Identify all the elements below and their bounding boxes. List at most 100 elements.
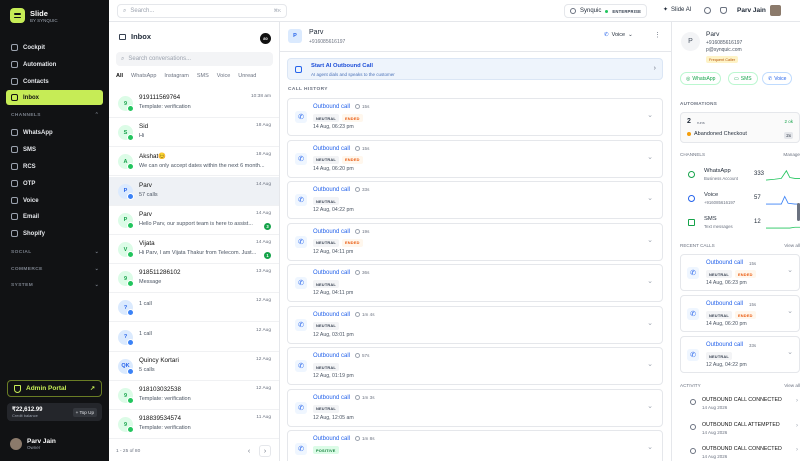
sidebar-item-rcs[interactable]: RCS — [6, 159, 103, 174]
conversation-item[interactable]: QK Quincy Kortari 5 calls 12 Aug — [109, 352, 279, 381]
activity-icon — [690, 448, 696, 454]
tab-unread[interactable]: Unread — [238, 73, 256, 79]
admin-portal-button[interactable]: Admin Portal ↗ — [7, 380, 102, 397]
profile-email: p@synquic.com — [706, 47, 742, 53]
sidebar-section-commerce[interactable]: COMMERCE ⌄ — [11, 267, 99, 272]
channel-select[interactable]: ✆ Voice ⌄ — [604, 32, 633, 38]
automations-card[interactable]: 2 runs 2 ok Abandoned Checkout 2x — [680, 112, 800, 143]
voice-chip[interactable]: ✆ Voice — [762, 72, 793, 85]
chevron-down-icon[interactable]: ⌄ — [647, 153, 653, 161]
section-label: SYSTEM — [11, 283, 34, 288]
call-card[interactable]: ✆ Outbound call 36s NEUTRAL 12 Aug, 04:11 pm… — [287, 264, 663, 302]
recent-call-card[interactable]: ✆ Outbound call 15s NEUTRAL ENDED 14 Aug, 06:… — [680, 295, 800, 332]
call-card[interactable]: ✆ Outbound call 57s NEUTRAL 12 Aug, 01:19 pm… — [287, 347, 663, 385]
headset-icon[interactable] — [704, 7, 711, 14]
conversation-item[interactable]: P Parv 57 calls 14 Aug — [109, 176, 279, 206]
conversation-preview: Hi — [139, 133, 145, 140]
call-duration: 57s — [355, 353, 369, 358]
conversation-time: 11 Aug — [256, 415, 271, 421]
sidebar-item-automation[interactable]: Automation — [6, 57, 103, 72]
conversation-preview: 1 call — [139, 301, 152, 308]
activity-item[interactable]: OUTBOUND CALL ATTEMPTED 14 Aug 2026 › — [680, 419, 800, 441]
sidebar-user[interactable]: Parv Jain Owner — [10, 438, 56, 450]
status-dot-icon — [687, 132, 691, 136]
conversation-item[interactable]: S Sid Hi 18 Aug — [109, 118, 279, 148]
rcs-icon — [11, 163, 18, 170]
chevron-down-icon[interactable]: ⌄ — [647, 194, 653, 202]
call-card[interactable]: ✆ Outbound call 19s NEUTRAL ENDED 12 Aug, 04:… — [287, 222, 663, 261]
activity-view-all[interactable]: View all — [784, 383, 800, 388]
next-page-button[interactable]: › — [259, 445, 271, 457]
chevron-down-icon[interactable]: ⌄ — [647, 402, 653, 410]
conversation-item[interactable]: ? 1 call 12 Aug — [109, 293, 279, 323]
chevron-down-icon[interactable]: ⌄ — [647, 360, 653, 368]
sidebar-item-whatsapp[interactable]: WhatsApp — [6, 125, 103, 140]
more-options-icon[interactable]: ⋮ — [654, 31, 661, 39]
tab-sms[interactable]: SMS — [197, 73, 209, 79]
conversation-search-input[interactable]: ⌕ Search conversations... — [116, 52, 273, 66]
workspace-switcher[interactable]: Synquic ENTERPRISE — [564, 4, 648, 18]
conversation-item[interactable]: V Vijata Hi Parv, I am Vijata Thakur from … — [109, 235, 279, 264]
chevron-down-icon[interactable]: ⌄ — [647, 277, 653, 285]
call-card[interactable]: ✆ Outbound call 1m 3s NEUTRAL 12 Aug, 12:05 … — [287, 388, 663, 427]
conversation-item[interactable]: A Akshat😊 We can only accept dates within … — [109, 147, 279, 177]
tab-instagram[interactable]: Instagram — [164, 73, 188, 79]
top-up-button[interactable]: + Top Up — [72, 407, 97, 417]
sidebar-item-email[interactable]: Email — [6, 209, 103, 224]
chevron-down-icon[interactable]: ⌄ — [647, 236, 653, 244]
chevron-down-icon[interactable]: ⌄ — [787, 266, 793, 274]
channel-row-sms[interactable]: SMS Text messages 12 — [680, 213, 800, 235]
manage-link[interactable]: Manage — [783, 152, 800, 157]
chevron-down-icon[interactable]: ⌄ — [787, 348, 793, 356]
sidebar-section-social[interactable]: SOCIAL ⌄ — [11, 250, 99, 255]
status-badge: ENDED — [342, 155, 363, 164]
channel-row-whatsapp[interactable]: WhatsApp Business Account 333 — [680, 165, 800, 187]
channel-row-voice[interactable]: Voice +916085616197 57 — [680, 189, 800, 211]
chevron-down-icon[interactable]: ⌄ — [647, 443, 653, 451]
topbar-user[interactable]: Parv Jain — [737, 5, 781, 16]
sidebar-item-shopify[interactable]: Shopify — [6, 226, 103, 241]
conversation-item[interactable]: 9 918839534574 Template: verification 11 Au… — [109, 410, 279, 440]
sms-chip[interactable]: ▭ SMS — [728, 72, 758, 85]
conversation-item[interactable]: 9 919111569764 Template: verification 10:38… — [109, 89, 279, 118]
global-search[interactable]: ⌕ Search... ⌘K — [117, 4, 287, 18]
chevron-down-icon[interactable]: ⌄ — [647, 319, 653, 327]
recent-call-card[interactable]: ✆ Outbound call 33s NEUTRAL 12 Aug, 04:22 pm… — [680, 336, 800, 373]
sidebar-item-otp[interactable]: OTP — [6, 176, 103, 191]
sidebar-item-voice[interactable]: Voice — [6, 193, 103, 208]
conversation-item[interactable]: P Parv Hello Parv, our support team is her… — [109, 206, 279, 235]
call-card[interactable]: ✆ Outbound call 1m 4s NEUTRAL 12 Aug, 03:01 … — [287, 305, 663, 344]
tab-voice[interactable]: Voice — [217, 73, 230, 79]
recent-calls-view-all[interactable]: View all — [784, 243, 800, 248]
bell-icon[interactable] — [720, 7, 727, 14]
call-card[interactable]: ✆ Outbound call 15s NEUTRAL ENDED 14 Aug, 06:… — [287, 139, 663, 178]
sidebar-item-label: Inbox — [23, 94, 39, 101]
tab-whatsapp[interactable]: WhatsApp — [131, 73, 156, 79]
call-card[interactable]: ✆ Outbound call 15s NEUTRAL ENDED 14 Aug, 06:… — [287, 98, 663, 136]
conversation-item[interactable]: 9 918511286102 Message 13 Aug — [109, 264, 279, 294]
profile-badge: Frequent Caller — [706, 56, 739, 63]
conversation-item[interactable]: 9 918103032538 Template: verification 12 Au… — [109, 381, 279, 410]
prev-page-button[interactable]: ‹ — [243, 445, 255, 457]
chevron-down-icon[interactable]: ⌄ — [647, 111, 653, 119]
brand[interactable]: Slide BY SYNQUIC — [10, 8, 58, 23]
start-ai-call-button[interactable]: Start AI Outbound Call AI agent dials an… — [287, 58, 663, 80]
sidebar-section-system[interactable]: SYSTEM ⌄ — [11, 283, 99, 288]
chevron-down-icon[interactable]: ⌄ — [787, 307, 793, 315]
sidebar-item-inbox[interactable]: Inbox — [6, 90, 103, 105]
conversation-item[interactable]: ? 1 call 12 Aug — [109, 323, 279, 352]
recent-call-card[interactable]: ✆ Outbound call 15s NEUTRAL ENDED 14 Aug, 06:… — [680, 254, 800, 291]
sidebar-item-contacts[interactable]: Contacts — [6, 74, 103, 89]
activity-item[interactable]: OUTBOUND CALL CONNECTED 14 Aug 2026 › — [680, 394, 800, 416]
sidebar-item-cockpit[interactable]: Cockpit — [6, 40, 103, 55]
contact-name: Parv — [309, 29, 324, 36]
sidebar-item-sms[interactable]: SMS — [6, 142, 103, 157]
call-card[interactable]: ✆ Outbound call 1m 8s POSITIVE ⌄ — [287, 430, 663, 461]
search-icon: ⌕ — [123, 7, 127, 14]
tab-all[interactable]: All — [116, 73, 123, 79]
activity-item[interactable]: OUTBOUND CALL CONNECTED 14 Aug 2026 › — [680, 443, 800, 461]
section-label: COMMERCE — [11, 267, 43, 272]
slide-ai-button[interactable]: ✦ Slide AI — [663, 6, 691, 14]
call-card[interactable]: ✆ Outbound call 33s NEUTRAL 12 Aug, 04:22 pm… — [287, 181, 663, 219]
whatsapp-chip[interactable]: ◎ WhatsApp — [680, 72, 722, 85]
